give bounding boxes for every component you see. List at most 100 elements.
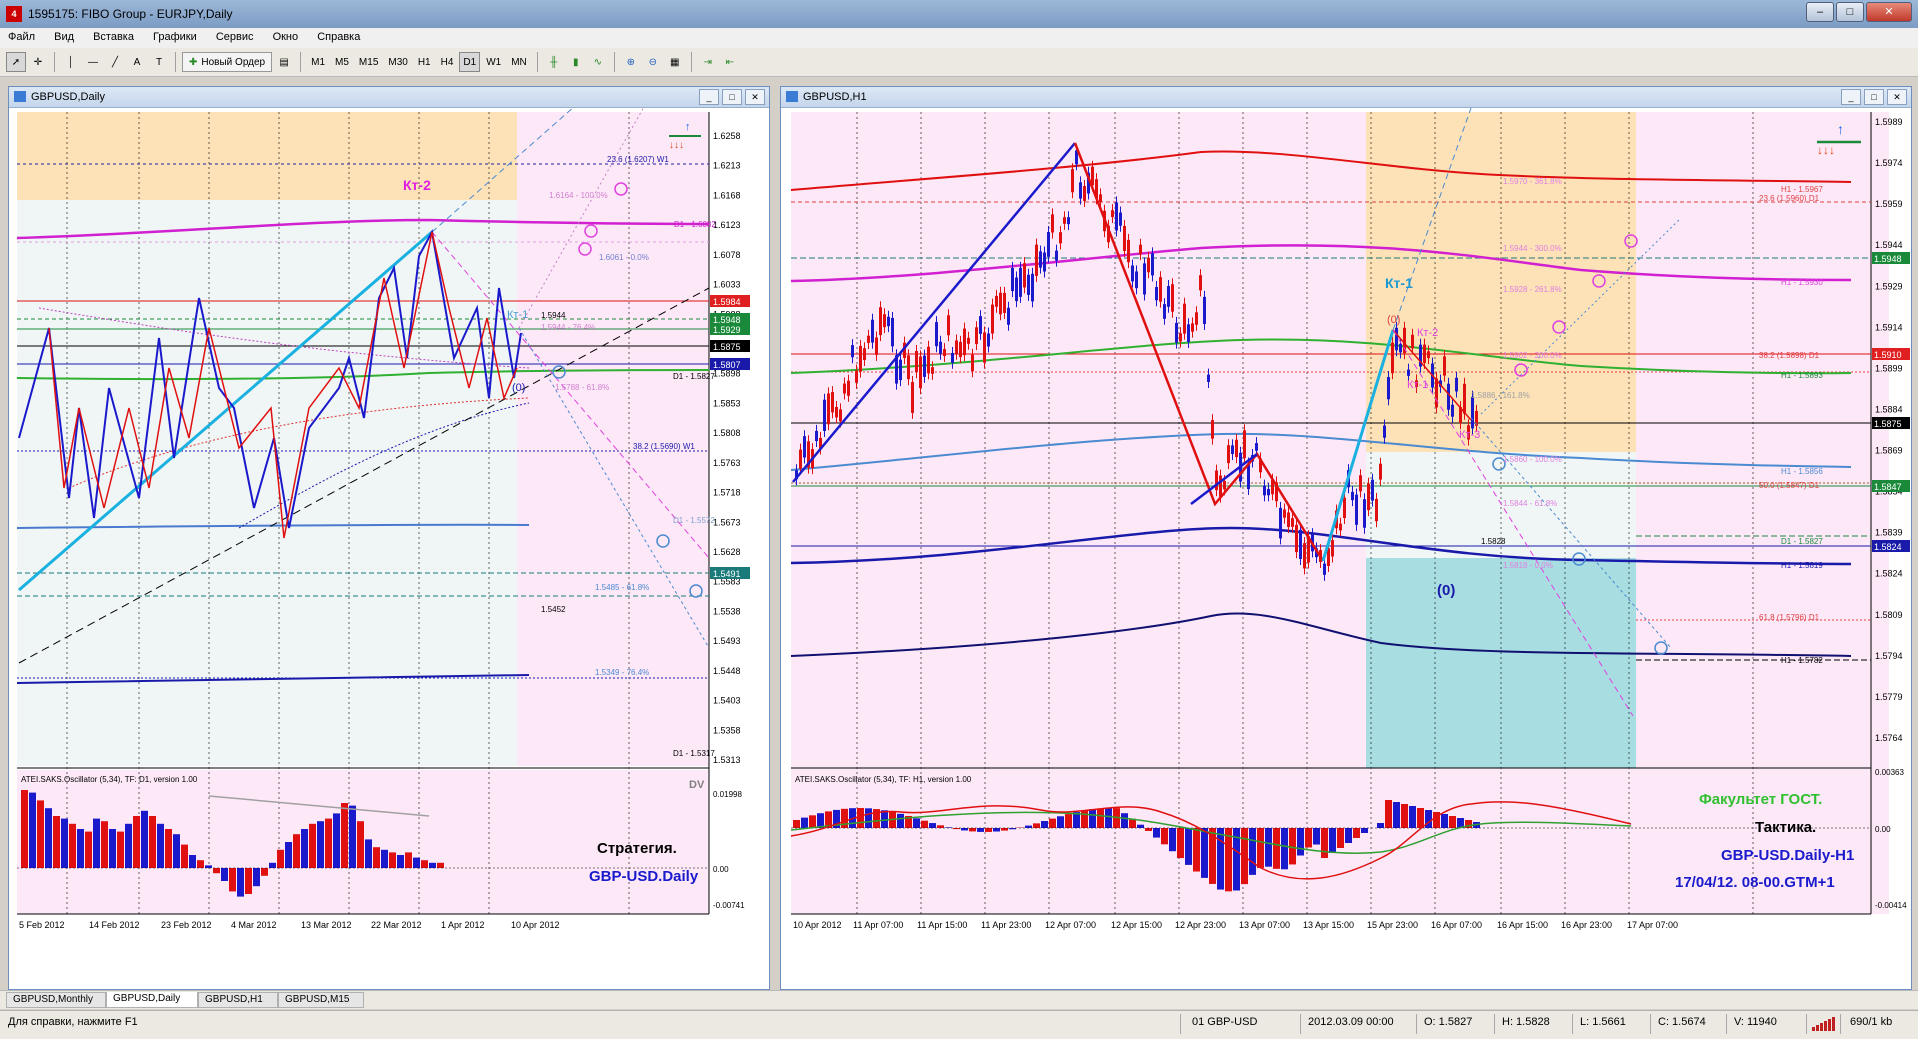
candle-body (863, 348, 866, 360)
price-tick: 1.5839 (1875, 528, 1903, 538)
zoom-out-icon[interactable]: ⊖ (643, 52, 663, 72)
tf-mn[interactable]: MN (507, 52, 531, 72)
tf-m30[interactable]: M30 (384, 52, 411, 72)
new-order-button[interactable]: ✚Новый Ордер (182, 52, 272, 72)
oscillator-bar (213, 868, 220, 873)
text-icon[interactable]: A (127, 52, 147, 72)
price-tick: 1.5779 (1875, 692, 1903, 702)
oscillator-bar (793, 820, 800, 828)
tab-monthly[interactable]: GBPUSD,Monthly (6, 992, 106, 1008)
trendline-icon[interactable]: ╱ (105, 52, 125, 72)
oscillator-bar (865, 808, 872, 828)
grid-icon[interactable]: ▦ (665, 52, 685, 72)
crosshair-icon[interactable]: ✛ (28, 52, 48, 72)
tf-d1[interactable]: D1 (459, 52, 480, 72)
candle-body (1183, 304, 1186, 334)
oscillator-bar (913, 818, 920, 828)
oscillator-bar (969, 828, 976, 831)
menu-charts[interactable]: Графики (145, 28, 205, 46)
candle-body (1227, 445, 1230, 463)
oscillator-bar (1201, 828, 1208, 878)
autoscroll-icon[interactable]: ⇥ (698, 52, 718, 72)
bar-chart-icon[interactable]: ╫ (544, 52, 564, 72)
oscillator-bar (149, 816, 156, 868)
oscillator-bar (1033, 823, 1040, 828)
candle-body (1379, 464, 1382, 480)
chart-minimize-button[interactable]: _ (1841, 89, 1861, 105)
candle-body (1267, 489, 1270, 495)
svg-text:0.00: 0.00 (713, 865, 729, 874)
minimize-button[interactable]: – (1806, 2, 1834, 22)
date-tick: 12 Apr 15:00 (1111, 920, 1162, 930)
oscillator-bar (333, 813, 340, 868)
candle-chart-icon[interactable]: ▮ (566, 52, 586, 72)
zoom-in-icon[interactable]: ⊕ (621, 52, 641, 72)
menu-view[interactable]: Вид (46, 28, 82, 46)
caption-faculty: Факультет ГОСТ. (1699, 791, 1822, 808)
right-date-axis: 10 Apr 201211 Apr 07:0011 Apr 15:0011 Ap… (793, 920, 1678, 930)
oscillator-bar (1145, 828, 1152, 831)
oscillator-bar (1089, 809, 1096, 828)
menu-file[interactable]: Файл (0, 28, 43, 46)
caption-tactics: Тактика. (1755, 819, 1816, 836)
chart-window-left[interactable]: GBPUSD,Daily _ □ ✕ (8, 86, 770, 990)
tf-w1[interactable]: W1 (482, 52, 505, 72)
candle-body (1151, 253, 1154, 275)
vertical-line-icon[interactable]: │ (61, 52, 81, 72)
menu-help[interactable]: Справка (309, 28, 368, 46)
chart-restore-button[interactable]: □ (722, 89, 742, 105)
price-tag-label: 1.5929 (713, 325, 741, 335)
price-tick: 1.5898 (713, 369, 741, 379)
oscillator-bar (1217, 828, 1224, 890)
tf-h4[interactable]: H4 (437, 52, 458, 72)
tab-h1[interactable]: GBPUSD,H1 (198, 992, 278, 1008)
candle-body (1279, 508, 1282, 539)
tf-m15[interactable]: M15 (355, 52, 382, 72)
oscillator-bar (1169, 828, 1176, 851)
candle-body (879, 307, 882, 335)
buy-arrow-icon: ↑ (1837, 121, 1844, 137)
chart-window-right[interactable]: GBPUSD,H1 _ □ ✕ (780, 86, 1912, 990)
oscillator-bar (197, 860, 204, 868)
terminal-icon[interactable]: ▤ (274, 52, 294, 72)
close-button[interactable]: ✕ (1866, 2, 1912, 22)
oscillator-bar (1121, 813, 1128, 828)
tf-h1[interactable]: H1 (414, 52, 435, 72)
oscillator-bar (929, 823, 936, 828)
oscillator-bar (1161, 828, 1168, 844)
cursor-icon[interactable]: ➚ (6, 52, 26, 72)
tab-m15[interactable]: GBPUSD,M15 (278, 992, 364, 1008)
chart-close-button[interactable]: ✕ (745, 89, 765, 105)
oscillator-bar (85, 832, 92, 868)
status-profile: 01 GBP-USD (1192, 1016, 1257, 1028)
label-icon[interactable]: T (149, 52, 169, 72)
candle-body (1195, 312, 1198, 324)
candle-body (967, 338, 970, 344)
horizontal-line-icon[interactable]: — (83, 52, 103, 72)
menu-window[interactable]: Окно (265, 28, 307, 46)
right-chart-canvas[interactable]: 1.5970 - 361.8% H1 - 1.5967 23.6 (1.5960… (781, 108, 1911, 989)
tf-m5[interactable]: M5 (331, 52, 353, 72)
date-tick: 1 Apr 2012 (441, 920, 485, 930)
candle-body (1287, 512, 1290, 527)
chart-close-button[interactable]: ✕ (1887, 89, 1907, 105)
maximize-button[interactable]: □ (1836, 2, 1864, 22)
chart-minimize-button[interactable]: _ (699, 89, 719, 105)
date-tick: 11 Apr 07:00 (853, 920, 903, 930)
menu-tools[interactable]: Сервис (208, 28, 262, 46)
chart-restore-button[interactable]: □ (1864, 89, 1884, 105)
candle-body (979, 316, 982, 334)
chart-shift-icon[interactable]: ⇤ (720, 52, 740, 72)
candle-body (995, 296, 998, 307)
price-tag-label: 1.5984 (713, 297, 741, 307)
price-tick: 1.5794 (1875, 651, 1903, 661)
tab-daily[interactable]: GBPUSD,Daily (106, 992, 198, 1008)
left-chart-canvas[interactable]: ↑ ↓↓↓ 23.6 (1.6207) W1 1.6164 - 100.0% D… (9, 108, 769, 989)
svg-text:23.6 (1.6207) W1: 23.6 (1.6207) W1 (607, 155, 669, 164)
oscillator-bar (181, 845, 188, 868)
oscillator-bar (1409, 806, 1416, 828)
menu-insert[interactable]: Вставка (85, 28, 142, 46)
candle-body (875, 338, 878, 355)
tf-m1[interactable]: M1 (307, 52, 329, 72)
line-chart-icon[interactable]: ∿ (588, 52, 608, 72)
